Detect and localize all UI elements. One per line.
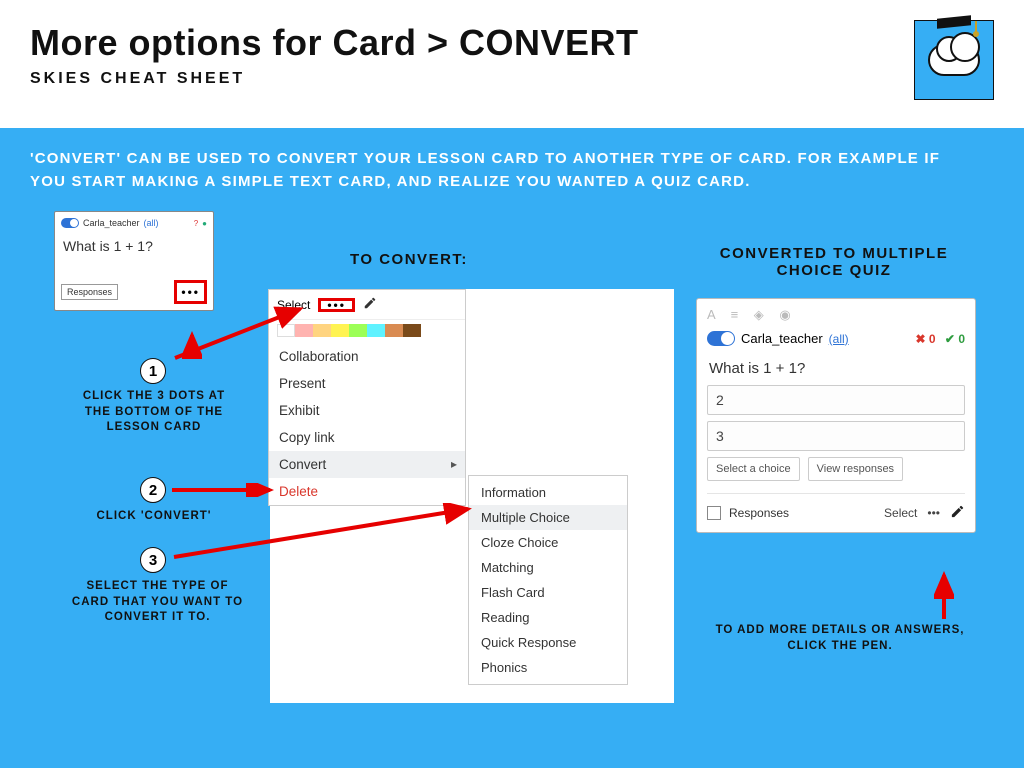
step-2-badge: 2 (140, 477, 166, 503)
author-name: Carla_teacher (741, 331, 823, 346)
lesson-card: Carla_teacher (all) ? ● What is 1 + 1? R… (54, 211, 214, 311)
visibility-toggle[interactable] (61, 218, 79, 228)
menu-item-present[interactable]: Present (269, 370, 465, 397)
step-3-badge: 3 (140, 547, 166, 573)
converted-card: A ≡ ◈ ◉ Carla_teacher (all) ✖ 0 ✔ 0 What… (696, 298, 976, 533)
status-icon: ● (202, 219, 207, 228)
choice-option-1[interactable]: 2 (707, 385, 965, 415)
responses-button[interactable]: Responses (61, 284, 118, 300)
arrow-step-3 (170, 503, 480, 563)
card-icon-row: A ≡ ◈ ◉ (707, 307, 965, 323)
responses-checkbox[interactable] (707, 506, 721, 520)
step-3-text: SELECT THE TYPE OF CARD THAT YOU WANT TO… (70, 579, 245, 626)
three-dots-button[interactable]: ••• (174, 280, 207, 304)
quiz-question: What is 1 + 1? (709, 360, 963, 377)
all-link[interactable]: (all) (829, 332, 849, 346)
menu-item-delete[interactable]: Delete (269, 478, 465, 505)
submenu-flash-card[interactable]: Flash Card (469, 580, 627, 605)
author-name: Carla_teacher (83, 218, 140, 228)
select-a-choice-button[interactable]: Select a choice (707, 457, 800, 481)
submenu-multiple-choice[interactable]: Multiple Choice (469, 505, 627, 530)
arrow-dots-up (182, 331, 202, 361)
submenu-matching[interactable]: Matching (469, 555, 627, 580)
select-label[interactable]: Select (884, 506, 917, 520)
submenu-information[interactable]: Information (469, 480, 627, 505)
view-responses-button[interactable]: View responses (808, 457, 903, 481)
three-dots-button-highlighted[interactable]: ••• (318, 298, 355, 312)
step-1-badge: 1 (140, 358, 166, 384)
convert-submenu: Information Multiple Choice Cloze Choice… (468, 475, 628, 685)
to-convert-heading: TO CONVERT: (350, 251, 468, 268)
card-question: What is 1 + 1? (61, 228, 207, 280)
author-tag: (all) (144, 218, 159, 228)
step-1-text: CLICK THE 3 DOTS AT THE BOTTOM OF THE LE… (72, 389, 236, 436)
menu-item-copy-link[interactable]: Copy link (269, 424, 465, 451)
choice-option-2[interactable]: 3 (707, 421, 965, 451)
submenu-cloze-choice[interactable]: Cloze Choice (469, 530, 627, 555)
responses-label: Responses (729, 506, 789, 520)
menu-item-convert[interactable]: Convert (269, 451, 465, 478)
pen-tip-text: TO ADD MORE DETAILS OR ANSWERS, CLICK TH… (710, 623, 970, 654)
page-subtitle: SKIES CHEAT SHEET (30, 70, 994, 88)
intro-text: 'CONVERT' CAN BE USED TO CONVERT YOUR LE… (30, 148, 950, 193)
submenu-reading[interactable]: Reading (469, 605, 627, 630)
three-dots-icon[interactable]: ••• (927, 506, 940, 520)
brand-logo (914, 20, 994, 100)
converted-heading: CONVERTED TO MULTIPLE CHOICE QUIZ (704, 245, 964, 279)
pencil-icon[interactable] (950, 504, 965, 522)
arrow-pen (934, 571, 954, 621)
visibility-toggle[interactable] (707, 331, 735, 346)
arrow-step-2 (170, 483, 280, 497)
pencil-icon[interactable] (363, 296, 377, 313)
submenu-phonics[interactable]: Phonics (469, 655, 627, 680)
page-title: More options for Card > CONVERT (30, 22, 994, 64)
menu-item-exhibit[interactable]: Exhibit (269, 397, 465, 424)
score-counts: ✖ 0 ✔ 0 (916, 332, 966, 346)
help-icon: ? (194, 219, 198, 228)
submenu-quick-response[interactable]: Quick Response (469, 630, 627, 655)
